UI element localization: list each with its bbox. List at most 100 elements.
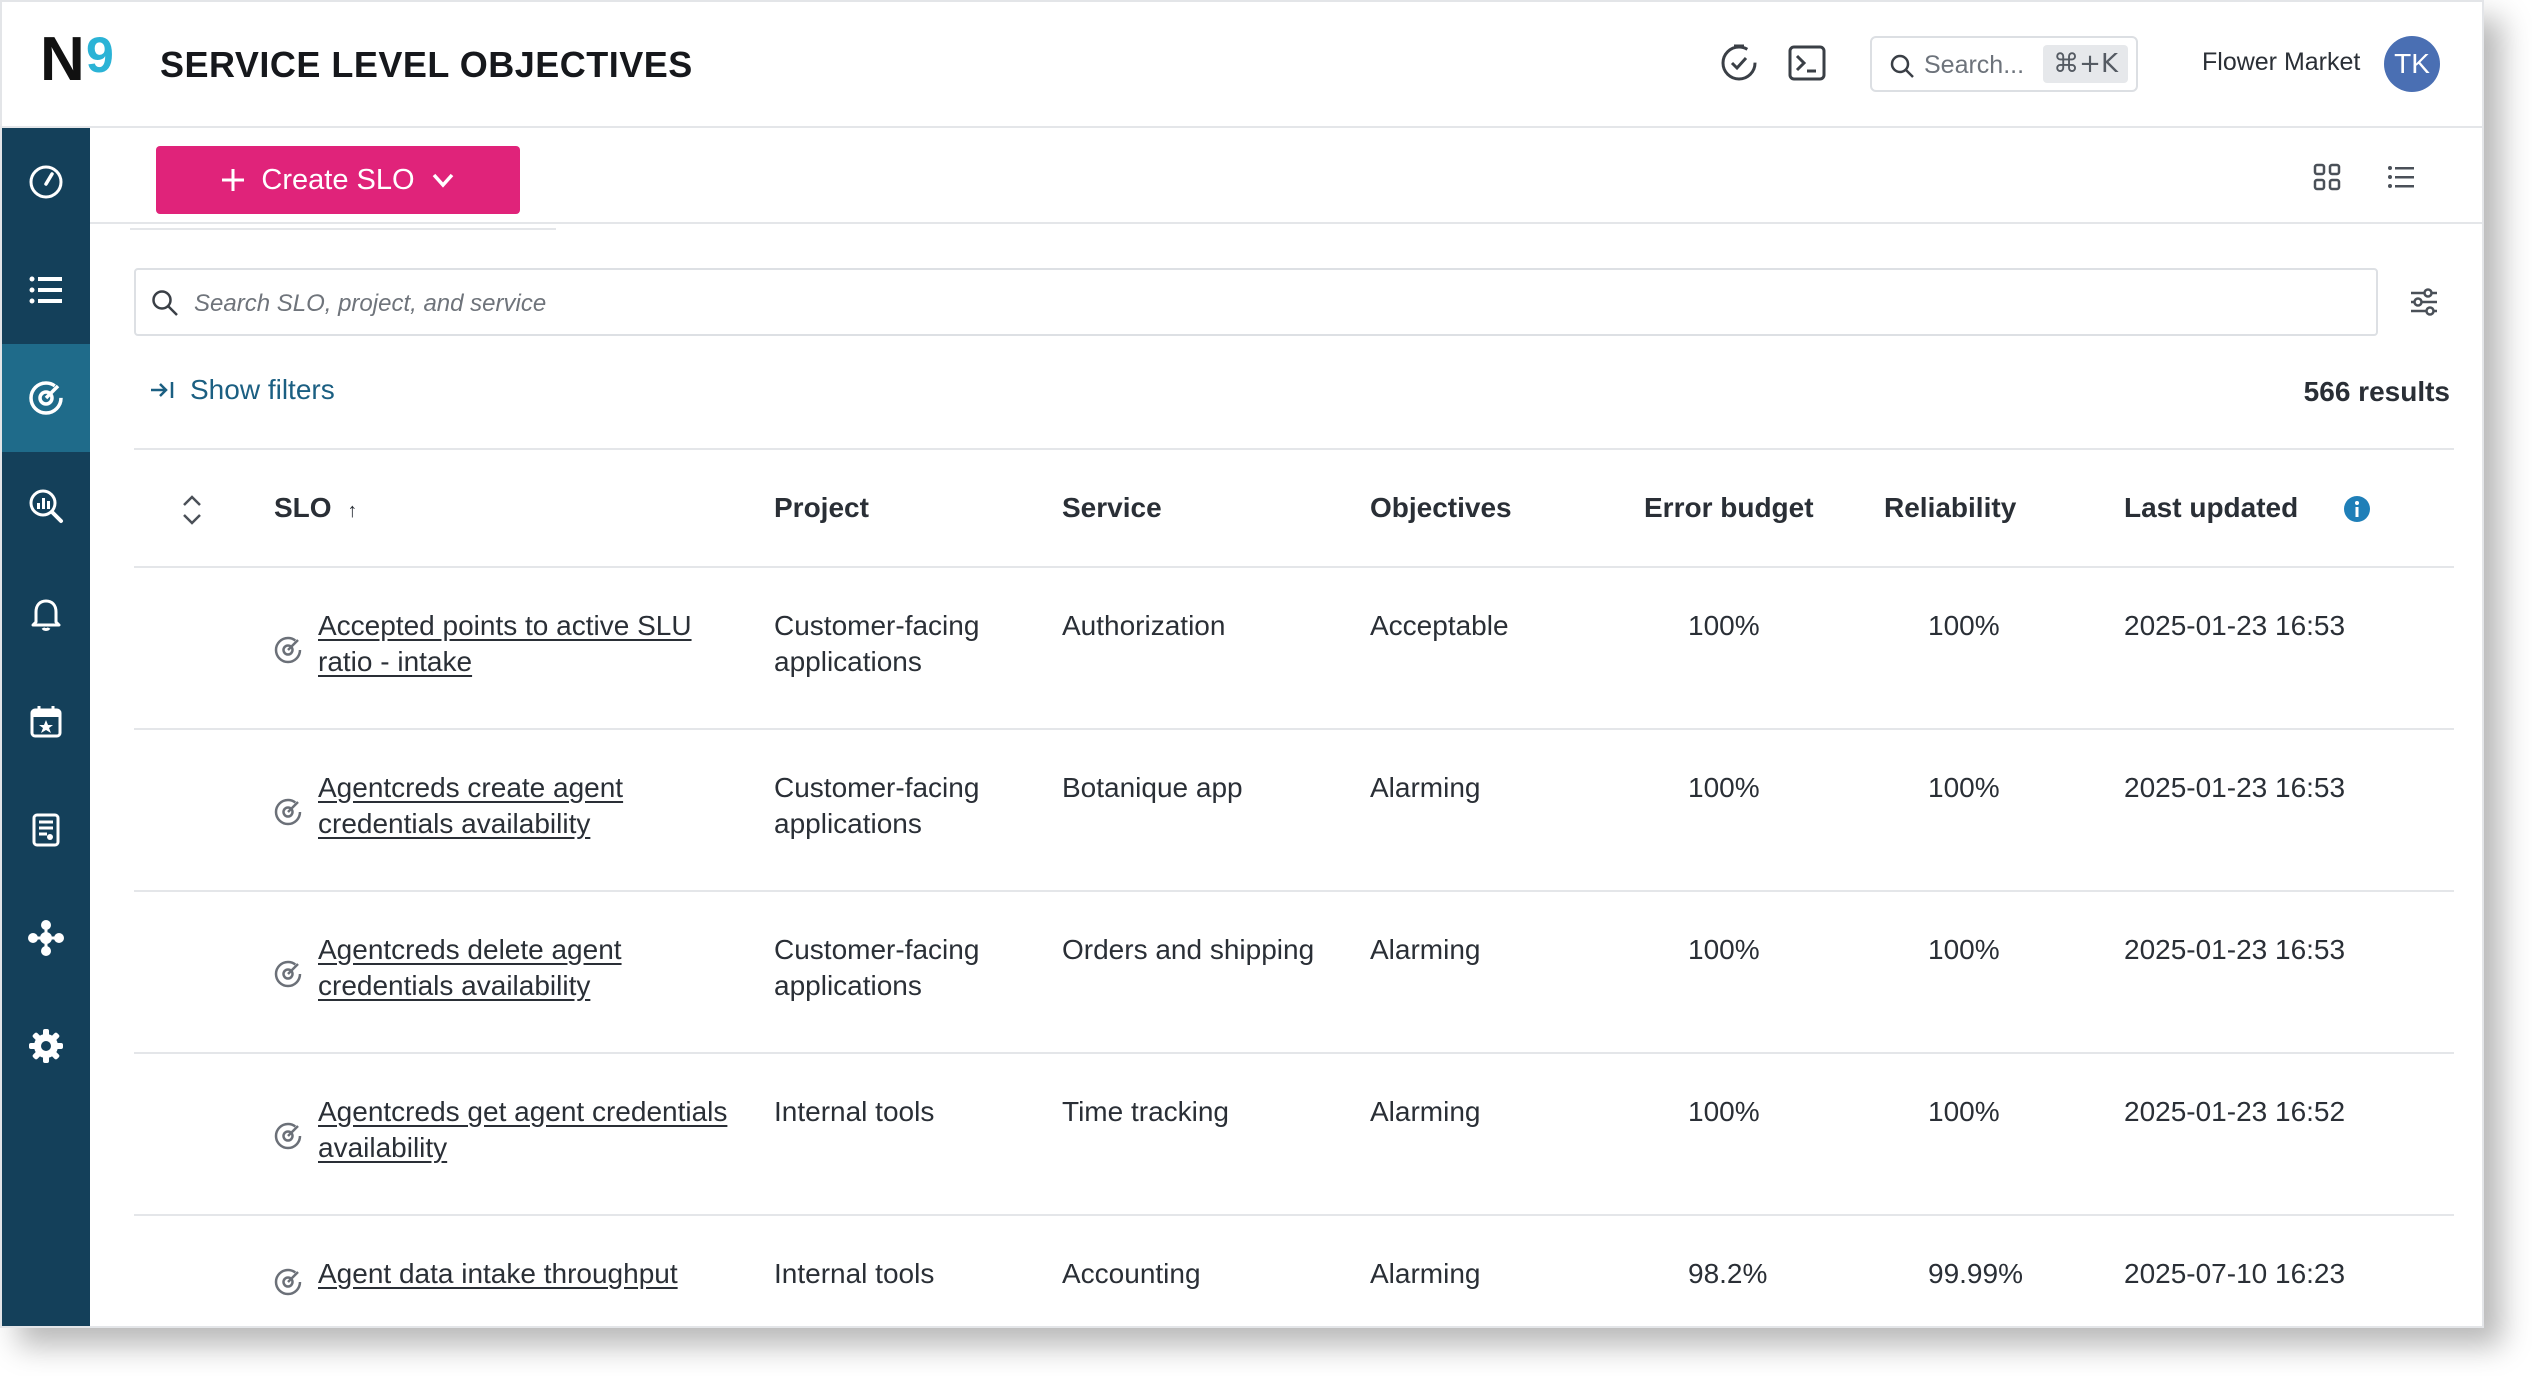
slo-target-icon [274,798,302,826]
column-header-last-updated[interactable]: Last updated [2124,492,2298,524]
objectives-cell: Alarming [1370,772,1481,803]
table-row[interactable]: Agentcreds get agent credentials availab… [134,1054,2454,1216]
gauge-icon [29,165,63,199]
last-updated-cell: 2025-01-23 16:53 [2124,934,2346,965]
app-window: N 9 SERVICE LEVEL OBJECTIVES Search... ⌘… [0,0,2484,1328]
bell-icon [31,599,61,631]
error-budget-cell: 100% [1688,610,1760,641]
objectives-cell: Acceptable [1370,610,1509,641]
sidebar-item-catalog[interactable] [2,236,90,344]
target-icon [29,381,63,415]
service-cell: Botanique app [1062,772,1243,803]
column-header-objectives[interactable]: Objectives [1370,492,1512,524]
search-icon [152,290,178,316]
sidebar-item-query-checker[interactable] [2,452,90,560]
chevron-down-icon [432,173,453,188]
global-search[interactable]: Search... ⌘+K [1870,36,2138,92]
project-cell: Customer-facing applications [774,934,980,1001]
list-view-icon[interactable] [2384,160,2418,194]
column-header-service[interactable]: Service [1062,492,1162,524]
sidebar-nav [2,128,90,1326]
sidebar-item-calendar[interactable] [2,668,90,776]
column-header-error-budget[interactable]: Error budget [1644,492,1814,524]
check-circle-icon[interactable] [1718,42,1760,84]
sort-toggle-icon[interactable] [178,492,206,528]
sort-ascending-icon: ↑ [347,500,358,522]
slo-name-link[interactable]: Agentcreds delete agent credentials avai… [318,932,738,1004]
plus-icon [222,169,245,191]
create-slo-button[interactable]: Create SLO [156,146,520,214]
slo-name-link[interactable]: Accepted points to active SLU ratio - in… [318,608,738,680]
calendar-star-icon [30,706,62,738]
table-row[interactable]: Agent data intake throughput Internal to… [134,1216,2454,1326]
slo-target-icon [274,636,302,664]
slo-name-link[interactable]: Agent data intake throughput [318,1256,738,1292]
settings-gear-icon [29,1029,63,1063]
integrations-icon [28,920,64,956]
table-row[interactable]: Agentcreds create agent credentials avai… [134,730,2454,892]
info-icon[interactable] [2342,494,2372,524]
column-header-reliability[interactable]: Reliability [1884,492,2016,524]
slo-search-input[interactable]: Search SLO, project, and service [134,268,2378,336]
search-icon [1890,54,1914,78]
sidebar-item-slos[interactable] [2,344,90,452]
slo-target-icon [274,1122,302,1150]
error-budget-cell: 98.2% [1688,1258,1768,1289]
column-header-slo[interactable]: SLO ↑ [274,492,357,524]
report-icon [32,813,60,847]
page-title: SERVICE LEVEL OBJECTIVES [160,44,693,85]
expand-right-icon [151,382,174,398]
table-row[interactable]: Agentcreds delete agent credentials avai… [134,892,2454,1054]
analytics-search-icon [29,489,63,523]
reliability-cell: 100% [1928,934,2000,965]
toolbar-divider [130,228,556,230]
objectives-cell: Alarming [1370,934,1481,965]
objectives-cell: Alarming [1370,1258,1481,1289]
show-filters-label: Show filters [190,374,335,405]
results-count: 566 results [2303,376,2450,407]
slo-target-icon [274,960,302,988]
error-budget-cell: 100% [1688,934,1760,965]
svg-text:9: 9 [86,28,114,83]
error-budget-cell: 100% [1688,1096,1760,1127]
project-cell: Internal tools [774,1258,935,1289]
reliability-cell: 99.99% [1928,1258,2023,1289]
svg-text:N: N [40,28,85,88]
reliability-cell: 100% [1928,772,2000,803]
last-updated-cell: 2025-07-10 16:23 [2124,1258,2346,1289]
objectives-cell: Alarming [1370,1096,1481,1127]
reliability-cell: 100% [1928,610,2000,641]
nobl9-logo[interactable]: N 9 [40,28,136,88]
slo-table: SLO ↑ Project Service Objectives Error b… [134,448,2454,1326]
sidebar-item-reports[interactable] [2,776,90,884]
sidebar-item-settings[interactable] [2,992,90,1100]
table-row[interactable]: Accepted points to active SLU ratio - in… [134,568,2454,730]
table-header: SLO ↑ Project Service Objectives Error b… [134,448,2454,568]
slo-name-link[interactable]: Agentcreds get agent credentials availab… [318,1094,738,1166]
sidebar-item-dashboard[interactable] [2,128,90,236]
last-updated-cell: 2025-01-23 16:53 [2124,610,2346,641]
list-icon [29,276,62,304]
user-avatar[interactable]: TK [2384,36,2440,92]
project-cell: Customer-facing applications [774,772,980,839]
terminal-icon[interactable] [1786,42,1828,84]
last-updated-cell: 2025-01-23 16:52 [2124,1096,2346,1127]
reliability-cell: 100% [1928,1096,2000,1127]
top-header: N 9 SERVICE LEVEL OBJECTIVES Search... ⌘… [2,2,2482,128]
grid-view-icon[interactable] [2310,160,2344,194]
error-budget-cell: 100% [1688,772,1760,803]
organization-name[interactable]: Flower Market [2202,48,2360,77]
service-cell: Time tracking [1062,1096,1230,1127]
filter-settings-icon[interactable] [2406,284,2442,320]
slo-search-placeholder: Search SLO, project, and service [194,290,547,317]
last-updated-cell: 2025-01-23 16:53 [2124,772,2346,803]
service-cell: Orders and shipping [1062,934,1315,965]
project-cell: Internal tools [774,1096,935,1127]
create-slo-label: Create SLO [261,163,415,196]
project-cell: Customer-facing applications [774,610,980,677]
slo-name-link[interactable]: Agentcreds create agent credentials avai… [318,770,738,842]
show-filters-button[interactable]: Show filters [148,374,335,406]
column-header-project[interactable]: Project [774,492,869,524]
sidebar-item-integrations[interactable] [2,884,90,992]
sidebar-item-alerts[interactable] [2,560,90,668]
